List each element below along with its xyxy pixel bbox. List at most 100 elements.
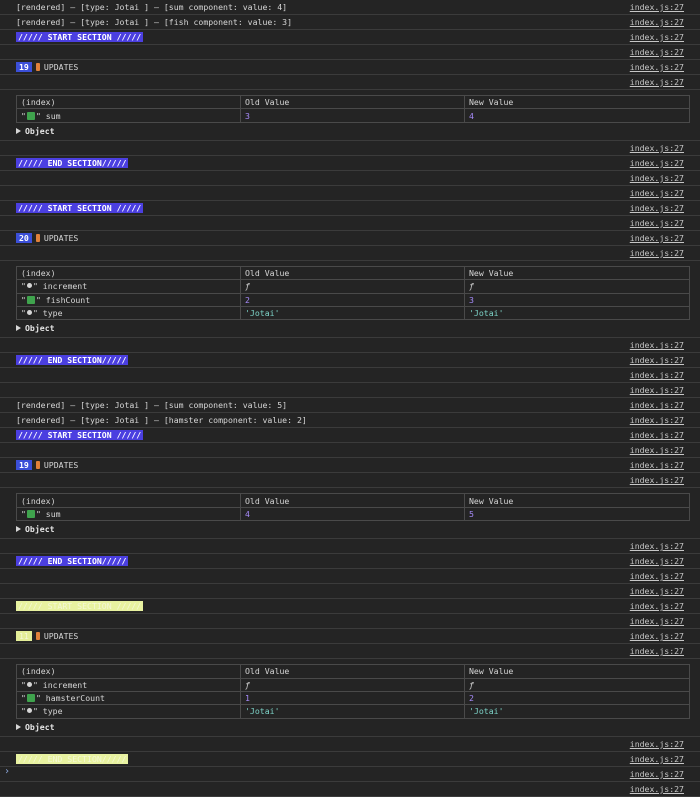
log-row: ///// START SECTION ///// index.js:27: [0, 599, 700, 615]
source-link[interactable]: index.js:27: [630, 218, 684, 228]
source-link[interactable]: index.js:27: [630, 784, 684, 794]
object-label: Object: [25, 721, 55, 732]
old-value: 'Jotai': [240, 305, 465, 321]
end-section-banner: ///// END SECTION/////: [16, 355, 129, 366]
source-link[interactable]: index.js:27: [630, 445, 684, 455]
new-value: 4: [464, 108, 690, 123]
object-label: Object: [25, 524, 55, 535]
column-header-old: Old Value: [240, 493, 465, 508]
source-link[interactable]: index.js:27: [630, 586, 684, 596]
log-row: ///// START SECTION ///// index.js:27: [0, 30, 700, 45]
new-value: 2: [464, 690, 690, 706]
old-value: 4: [240, 506, 465, 522]
check-icon: [26, 694, 35, 703]
source-link[interactable]: index.js:27: [630, 173, 684, 183]
console-table-block: (index) Old Value New Value " " sum 3 4 O…: [0, 90, 700, 141]
source-link[interactable]: index.js:27: [630, 460, 684, 470]
source-link[interactable]: index.js:27: [630, 616, 684, 626]
old-value: ƒ: [240, 677, 465, 692]
log-row: index.js:27: [0, 141, 700, 156]
table-row: " " hamsterCount 1 2: [16, 690, 690, 706]
log-row: 11 UPDATES index.js:27: [0, 629, 700, 645]
source-link[interactable]: index.js:27: [630, 77, 684, 87]
dot-icon: [26, 681, 32, 687]
old-value: 2: [240, 292, 465, 307]
start-section-banner: ///// START SECTION /////: [16, 430, 144, 441]
console-table: (index) Old Value New Value " " sum 3 4: [16, 94, 690, 123]
console-log: [rendered] — [type: Jotai ] — [sum compo…: [0, 0, 700, 797]
source-link[interactable]: index.js:27: [630, 400, 684, 410]
dot-icon: [26, 310, 32, 316]
source-link[interactable]: index.js:27: [630, 739, 684, 749]
source-link[interactable]: index.js:27: [630, 370, 684, 380]
log-row: [rendered] — [type: Jotai ] — [sum compo…: [0, 398, 700, 414]
log-row: index.js:27: [0, 473, 700, 489]
source-link[interactable]: index.js:27: [630, 415, 684, 425]
source-link[interactable]: index.js:27: [630, 233, 684, 243]
old-value: 'Jotai': [240, 704, 465, 719]
source-link[interactable]: index.js:27: [630, 143, 684, 153]
table-row: " " increment ƒ ƒ: [16, 677, 690, 692]
source-link[interactable]: index.js:27: [630, 47, 684, 57]
column-header-new: New Value: [464, 664, 690, 679]
row-key: type: [42, 706, 63, 717]
source-link[interactable]: index.js:27: [630, 248, 684, 258]
source-link[interactable]: index.js:27: [630, 32, 684, 42]
log-row: [rendered] — [type: Jotai ] — [hamster c…: [0, 413, 700, 429]
source-link[interactable]: index.js:27: [630, 754, 684, 764]
triangle-right-icon: [16, 127, 21, 134]
object-label: Object: [25, 323, 55, 334]
console-table: (index) Old Value New Value " " sum 4 5: [16, 493, 690, 522]
source-link[interactable]: index.js:27: [630, 2, 684, 12]
log-row: index.js:27: [0, 368, 700, 384]
source-link[interactable]: index.js:27: [630, 62, 684, 72]
source-link[interactable]: index.js:27: [630, 203, 684, 213]
update-count-badge: 20: [16, 232, 32, 243]
row-key: increment: [42, 281, 88, 292]
source-link[interactable]: index.js:27: [630, 571, 684, 581]
column-header-index: (index): [16, 493, 241, 508]
source-link[interactable]: index.js:27: [630, 631, 684, 641]
object-expander[interactable]: Object: [16, 323, 689, 333]
update-count-badge: 11: [16, 631, 32, 642]
source-link[interactable]: index.js:27: [630, 556, 684, 566]
row-key: type: [42, 308, 63, 319]
source-link[interactable]: index.js:27: [630, 385, 684, 395]
update-count-badge: 19: [16, 460, 32, 471]
source-link[interactable]: index.js:27: [630, 646, 684, 656]
log-row: ///// START SECTION ///// index.js:27: [0, 201, 700, 216]
update-count-badge: 19: [16, 62, 32, 72]
end-section-banner: ///// END SECTION/////: [16, 157, 129, 168]
log-row: index.js:27: [0, 539, 700, 555]
dot-icon: [26, 708, 32, 714]
source-link[interactable]: index.js:27: [630, 355, 684, 365]
end-section-banner: ///// END SECTION/////: [16, 556, 129, 567]
object-expander[interactable]: Object: [16, 126, 689, 136]
updates-label: UPDATES: [43, 62, 79, 72]
log-row: index.js:27: [0, 614, 700, 630]
source-link[interactable]: index.js:27: [630, 541, 684, 551]
column-header-old: Old Value: [240, 265, 465, 281]
source-link[interactable]: index.js:27: [630, 340, 684, 350]
source-link[interactable]: index.js:27: [630, 430, 684, 440]
source-link[interactable]: index.js:27: [630, 158, 684, 168]
log-message: [rendered] — [type: Jotai ] — [sum compo…: [16, 2, 288, 12]
source-link[interactable]: index.js:27: [630, 17, 684, 27]
console-prompt[interactable]: ›: [4, 766, 10, 777]
column-header-old: Old Value: [240, 94, 465, 110]
source-link[interactable]: index.js:27: [630, 188, 684, 198]
new-value: ƒ: [464, 279, 690, 294]
source-link[interactable]: index.js:27: [630, 475, 684, 485]
source-link[interactable]: index.js:27: [630, 601, 684, 611]
column-header-new: New Value: [464, 265, 690, 281]
row-key: fishCount: [45, 294, 91, 305]
column-header-index: (index): [16, 94, 241, 110]
new-value: ƒ: [464, 677, 690, 692]
object-expander[interactable]: Object: [16, 524, 689, 534]
object-expander[interactable]: Object: [16, 722, 689, 732]
triangle-right-icon: [16, 526, 21, 533]
updates-label: UPDATES: [43, 460, 79, 471]
log-row: ///// END SECTION///// index.js:27: [0, 554, 700, 570]
start-section-banner: ///// START SECTION /////: [16, 601, 144, 612]
source-link[interactable]: index.js:27: [630, 769, 684, 779]
